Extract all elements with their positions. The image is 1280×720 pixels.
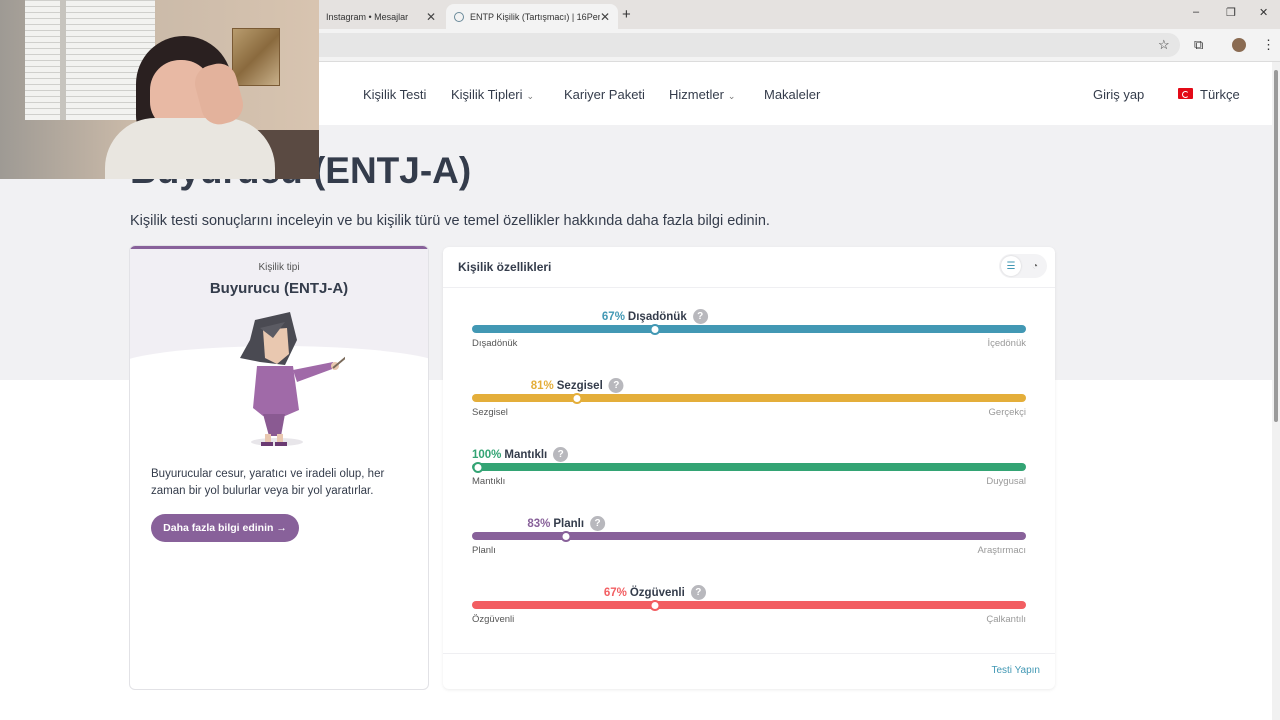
trait-percentage: 83% xyxy=(527,517,551,530)
sliders-view-icon[interactable]: ☰ xyxy=(1001,256,1021,276)
turkey-flag-icon xyxy=(1178,88,1193,99)
webcam-person-sweater xyxy=(105,118,275,179)
help-icon[interactable]: ? xyxy=(608,378,624,393)
trait-row: 81% Sezgisel? Sezgisel Gerçekçi xyxy=(472,378,1026,423)
trait-row: 67% Dışadönük? Dışadönük İçedönük xyxy=(472,309,1026,354)
bookmark-star-icon[interactable]: ☆ xyxy=(1158,37,1170,53)
trait-name: Sezgisel xyxy=(556,379,603,392)
page-subtitle: Kişilik testi sonuçlarını inceleyin ve b… xyxy=(130,213,770,229)
close-window-icon[interactable]: ✕ xyxy=(1259,6,1268,19)
webcam-wall-painting xyxy=(232,28,280,86)
trait-percentage: 100% xyxy=(472,448,502,461)
tab-label: Instagram • Mesajlar xyxy=(326,11,409,22)
more-menu-icon[interactable]: ⋮ xyxy=(1262,37,1275,53)
take-test-link[interactable]: Testi Yapın xyxy=(991,665,1040,676)
close-tab-icon[interactable]: ✕ xyxy=(600,10,610,24)
language-selector[interactable]: Türkçe xyxy=(1200,87,1240,102)
extensions-icon[interactable]: ⧉ xyxy=(1194,37,1203,53)
traits-title: Kişilik özellikleri xyxy=(458,260,552,274)
nav-label: Hizmetler xyxy=(669,87,724,102)
trait-name: Özgüvenli xyxy=(629,586,685,599)
chevron-down-icon: ⌄ xyxy=(526,91,535,101)
trait-right-label: Duygusal xyxy=(986,476,1026,487)
trait-percentage: 67% xyxy=(601,310,625,323)
commander-character-illustration xyxy=(240,312,345,446)
trait-heading: 100% Mantıklı? xyxy=(472,447,569,462)
personality-traits-card: Kişilik özellikleri ☰ ◔ 67% Dışadönük? Dış… xyxy=(443,247,1055,689)
trait-bar xyxy=(472,601,1026,609)
nav-career-package[interactable]: Kariyer Paketi xyxy=(564,87,645,102)
type-description: Buyurucular cesur, yaratıcı ve iradeli o… xyxy=(151,468,385,497)
trait-bar xyxy=(472,532,1026,540)
login-link[interactable]: Giriş yap xyxy=(1093,87,1144,102)
trait-bar xyxy=(472,325,1026,333)
trait-name: Mantıklı xyxy=(504,448,548,461)
trait-heading: 67% Dışadönük? xyxy=(602,309,708,324)
minimize-icon[interactable]: – xyxy=(1193,6,1199,18)
nav-services[interactable]: Hizmetler ⌄ xyxy=(669,87,735,102)
nav-label: Kişilik Tipleri xyxy=(451,87,523,102)
trait-right-label: Gerçekçi xyxy=(988,407,1026,418)
scrollbar-thumb[interactable] xyxy=(1274,70,1278,422)
type-name: Buyurucu (ENTJ-A) xyxy=(209,280,349,297)
profile-avatar[interactable] xyxy=(1232,38,1246,52)
pie-chart-view-icon[interactable]: ◔ xyxy=(1025,256,1045,276)
trait-percentage: 81% xyxy=(530,379,554,392)
trait-left-label: Mantıklı xyxy=(472,476,506,487)
trait-right-label: Araştırmacı xyxy=(977,545,1026,556)
trait-slider-handle[interactable] xyxy=(649,600,661,611)
view-toggle: ☰ ◔ xyxy=(999,254,1047,278)
divider xyxy=(443,287,1055,288)
tab-16personalities[interactable]: ENTP Kişilik (Tartışmacı) | 16Personalit… xyxy=(446,4,618,29)
nav-articles[interactable]: Makaleler xyxy=(764,87,820,102)
trait-row: 83% Planlı? Planlı Araştırmacı xyxy=(472,516,1026,561)
nav-personality-test[interactable]: Kişilik Testi xyxy=(363,87,426,102)
trait-left-label: Özgüvenli xyxy=(472,614,515,625)
trait-slider-handle[interactable] xyxy=(649,324,661,335)
trait-left-label: Planlı xyxy=(472,545,496,556)
trait-name: Planlı xyxy=(553,517,585,530)
new-tab-button[interactable]: + xyxy=(622,6,631,23)
trait-left-label: Sezgisel xyxy=(472,407,508,418)
help-icon[interactable]: ? xyxy=(690,585,706,600)
trait-bar xyxy=(472,463,1026,471)
learn-more-button[interactable]: Daha fazla bilgi edinin → xyxy=(151,514,299,542)
personality-type-card: Kişilik tipi Buyurucu (ENTJ-A) Buyurucul… xyxy=(129,245,429,690)
tab-label: ENTP Kişilik (Tartışmacı) | 16Personalit… xyxy=(470,11,600,22)
help-icon[interactable]: ? xyxy=(590,516,606,531)
chevron-down-icon: ⌄ xyxy=(727,91,736,101)
trait-slider-handle[interactable] xyxy=(560,531,572,542)
type-label: Kişilik tipi xyxy=(258,262,300,273)
close-tab-icon[interactable]: ✕ xyxy=(426,10,436,24)
tab-instagram[interactable]: Instagram • Mesajlar ✕ xyxy=(318,4,444,29)
site-favicon-icon xyxy=(454,11,464,22)
webcam-window-frame xyxy=(60,0,66,120)
trait-percentage: 67% xyxy=(603,586,627,599)
trait-right-label: Çalkantılı xyxy=(986,614,1026,625)
trait-slider-handle[interactable] xyxy=(571,393,583,404)
trait-right-label: İçedönük xyxy=(987,338,1026,349)
nav-personality-types[interactable]: Kişilik Tipleri ⌄ xyxy=(451,87,534,102)
help-icon[interactable]: ? xyxy=(692,309,708,324)
trait-heading: 83% Planlı? xyxy=(527,516,606,531)
help-icon[interactable]: ? xyxy=(553,447,569,462)
webcam-overlay xyxy=(0,0,319,179)
trait-bar xyxy=(472,394,1026,402)
trait-heading: 67% Özgüvenli? xyxy=(604,585,706,600)
trait-name: Dışadönük xyxy=(627,310,687,323)
maximize-icon[interactable]: ❐ xyxy=(1226,6,1236,19)
trait-left-label: Dışadönük xyxy=(472,338,518,349)
divider xyxy=(443,653,1055,654)
trait-heading: 81% Sezgisel? xyxy=(531,378,624,393)
trait-row: 100% Mantıklı? Mantıklı Duygusal xyxy=(472,447,1026,492)
trait-slider-handle[interactable] xyxy=(472,462,484,473)
trait-row: 67% Özgüvenli? Özgüvenli Çalkantılı xyxy=(472,585,1026,630)
address-bar[interactable] xyxy=(300,33,1180,57)
